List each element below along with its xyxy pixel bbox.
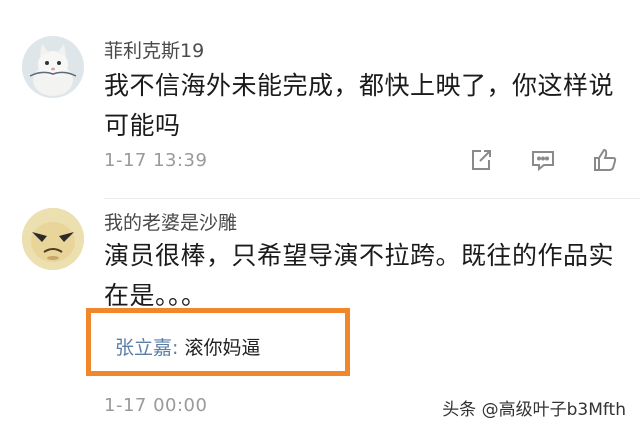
comment-text: 演员很棒，只希望导演不拉跨。既往的作品实在是。。。	[104, 241, 615, 310]
comment-timestamp: 1-17 00:00	[104, 395, 208, 416]
reply-highlight-box: 张立嘉: 滚你妈逼	[86, 308, 350, 376]
reply: 张立嘉: 滚你妈逼	[115, 333, 260, 360]
reply-username[interactable]: 张立嘉	[115, 337, 172, 359]
character-avatar-icon	[22, 208, 84, 270]
comment-username[interactable]: 菲利克斯19	[104, 36, 204, 63]
comment-icon[interactable]	[530, 147, 556, 173]
reply-text: 滚你妈逼	[184, 337, 261, 359]
share-icon[interactable]	[468, 147, 494, 173]
watermark: 头条 @高级叶子b3Mfth	[442, 400, 626, 420]
avatar[interactable]	[22, 36, 84, 98]
comment-timestamp: 1-17 13:39	[104, 150, 208, 171]
comment-item: 菲利克斯19 我不信海外未能完成，都快上映了，你这样说可能吗 1-17 13:3…	[0, 0, 640, 198]
comment-actions	[468, 147, 618, 173]
like-icon[interactable]	[592, 147, 618, 173]
comment-username[interactable]: 我的老婆是沙雕	[104, 208, 237, 235]
reply-colon: :	[172, 337, 179, 359]
cat-avatar-icon	[22, 36, 84, 98]
comment-text: 我不信海外未能完成，都快上映了，你这样说可能吗	[104, 71, 615, 140]
avatar[interactable]	[22, 208, 84, 270]
